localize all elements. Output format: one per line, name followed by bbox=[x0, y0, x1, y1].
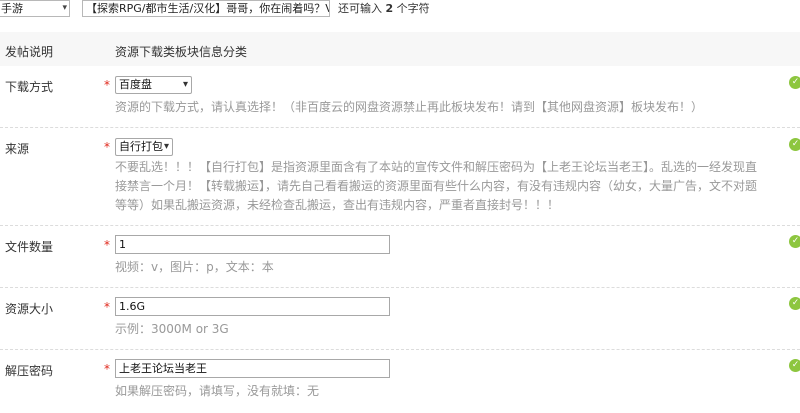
required-marker: * bbox=[104, 362, 110, 376]
download-method-select[interactable]: 百度盘 ▾ bbox=[115, 76, 192, 94]
category-select-value: 手游 bbox=[1, 2, 23, 15]
chevron-down-icon: ▾ bbox=[182, 79, 188, 90]
chevron-down-icon: ▾ bbox=[163, 141, 169, 152]
category-select[interactable]: 手游 ▾ bbox=[0, 0, 70, 17]
title-input[interactable]: 【探索RPG/都市生活/汉化】哥哥，你在闹着吗？V1.0 内 bbox=[82, 0, 330, 17]
source-row: 来源 * 自行打包 ▾ 不要乱选！！！【自行打包】是指资源里面含有了本站的宣传文… bbox=[0, 128, 800, 226]
extract-password-row: 解压密码 * 上老王论坛当老王 如果解压密码，请填写，没有就填：无 ✓ bbox=[0, 350, 800, 413]
check-circle-icon: ✓ bbox=[789, 235, 800, 248]
section-description: 资源下载类板块信息分类 bbox=[115, 45, 248, 59]
source-help-line: 接禁言一个月！【转载搬运】，请先自己看看搬运的资源里面有些什么内容，有没有违规内… bbox=[115, 179, 758, 193]
file-count-row: 文件数量 * 1 视频：v，图片：p，文本：本 ✓ bbox=[0, 226, 800, 288]
post-instructions-row: 发帖说明 资源下载类板块信息分类 bbox=[0, 32, 800, 66]
source-help: 不要乱选！！！【自行打包】是指资源里面含有了本站的宣传文件和解压密码为【上老王论… bbox=[115, 158, 785, 215]
resource-size-help: 示例：3000M or 3G bbox=[115, 322, 229, 336]
file-count-help: 视频：v，图片：p，文本：本 bbox=[115, 260, 274, 274]
required-marker: * bbox=[104, 78, 110, 92]
section-label: 发帖说明 bbox=[5, 45, 54, 59]
download-method-label: 下载方式 bbox=[5, 80, 54, 94]
resource-size-row: 资源大小 * 1.6G 示例：3000M or 3G ✓ bbox=[0, 288, 800, 350]
extract-password-label: 解压密码 bbox=[5, 364, 54, 378]
char-hint-count: 2 bbox=[385, 2, 394, 15]
extract-password-input[interactable]: 上老王论坛当老王 bbox=[115, 359, 390, 378]
char-hint-prefix: 还可输入 bbox=[338, 2, 382, 15]
check-circle-icon: ✓ bbox=[789, 297, 800, 310]
chevron-down-icon: ▾ bbox=[62, 3, 67, 13]
download-method-help: 资源的下载方式，请认真选择！（非百度云的网盘资源禁止再此板块发布！请到【其他网盘… bbox=[115, 100, 704, 114]
source-select[interactable]: 自行打包 ▾ bbox=[115, 138, 173, 156]
file-count-label: 文件数量 bbox=[5, 240, 54, 254]
post-title-bar: 手游 ▾ 【探索RPG/都市生活/汉化】哥哥，你在闹着吗？V1.0 内 还可输入… bbox=[0, 0, 800, 18]
source-help-line: 等等）如果乱搬运资源，未经检查乱搬运，查出有违规内容，严重者直接封号！！！ bbox=[115, 198, 560, 212]
required-marker: * bbox=[104, 238, 110, 252]
check-circle-icon: ✓ bbox=[789, 138, 800, 151]
check-circle-icon: ✓ bbox=[789, 76, 800, 89]
char-hint-suffix: 个字符 bbox=[396, 2, 430, 15]
extract-password-help: 如果解压密码，请填写，没有就填：无 bbox=[115, 384, 320, 398]
resource-size-input[interactable]: 1.6G bbox=[115, 297, 390, 316]
source-help-line: 不要乱选！！！【自行打包】是指资源里面含有了本站的宣传文件和解压密码为【上老王论… bbox=[115, 160, 758, 174]
char-count-hint: 还可输入 2 个字符 bbox=[338, 1, 430, 16]
download-method-row: 下载方式 * 百度盘 ▾ 资源的下载方式，请认真选择！（非百度云的网盘资源禁止再… bbox=[0, 66, 800, 128]
required-marker: * bbox=[104, 140, 110, 154]
file-count-input[interactable]: 1 bbox=[115, 235, 390, 254]
resource-size-label: 资源大小 bbox=[5, 302, 54, 316]
source-value: 自行打包 bbox=[119, 140, 163, 153]
check-circle-icon: ✓ bbox=[789, 359, 800, 372]
required-marker: * bbox=[104, 300, 110, 314]
source-label: 来源 bbox=[5, 142, 30, 156]
download-method-value: 百度盘 bbox=[119, 78, 152, 91]
